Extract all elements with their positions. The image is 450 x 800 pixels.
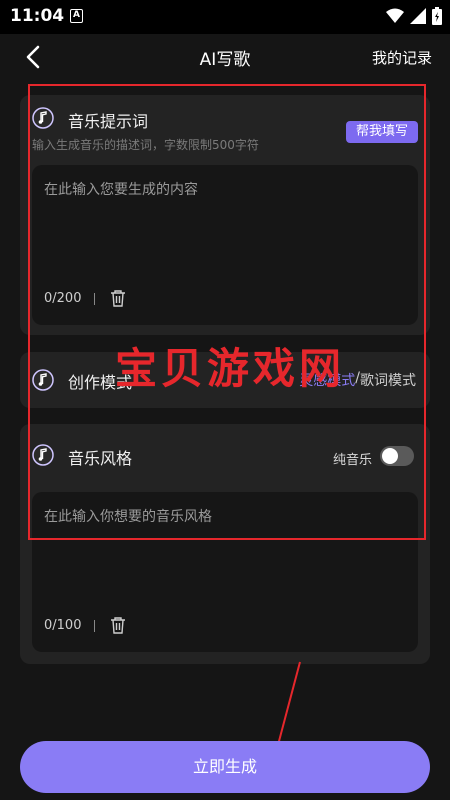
trash-icon[interactable] [110, 616, 126, 634]
notification-a-icon: A [70, 9, 83, 23]
wifi-icon [386, 8, 404, 23]
battery-icon [432, 7, 442, 25]
generate-now-button[interactable]: 立即生成 [20, 741, 430, 793]
status-time: 11:04 [10, 6, 65, 26]
toggle-knob [382, 448, 398, 464]
music-prompt-placeholder: 在此输入您要生成的内容 [44, 182, 198, 198]
counter-divider [94, 293, 95, 305]
music-style-card: 音乐风格 纯音乐 在此输入你想要的音乐风格 0/100 [20, 424, 430, 664]
nav-bar: AI写歌 我的记录 [0, 34, 450, 80]
music-prompt-input[interactable]: 在此输入您要生成的内容 0/200 [32, 165, 418, 325]
pure-music-label: 纯音乐 [332, 453, 372, 468]
music-style-placeholder: 在此输入你想要的音乐风格 [44, 509, 212, 525]
counter-divider [94, 620, 95, 632]
status-icons [386, 7, 442, 25]
my-records-link[interactable]: 我的记录 [372, 47, 432, 68]
music-note-icon [32, 369, 54, 391]
style-char-counter: 0/100 [44, 618, 82, 633]
music-note-icon [32, 107, 54, 129]
trash-icon[interactable] [110, 289, 126, 307]
music-style-input[interactable]: 在此输入你想要的音乐风格 0/100 [32, 492, 418, 652]
music-prompt-subtitle: 输入生成音乐的描述词，字数限制500字符 [32, 138, 259, 152]
help-fill-button[interactable]: 帮我填写 [346, 121, 418, 143]
prompt-char-counter: 0/200 [44, 291, 82, 306]
music-prompt-title: 音乐提示词 [68, 112, 149, 131]
status-bar: 11:04 A [0, 0, 450, 34]
music-style-title: 音乐风格 [68, 449, 133, 468]
music-prompt-card: 音乐提示词 输入生成音乐的描述词，字数限制500字符 帮我填写 在此输入您要生成… [20, 95, 430, 335]
watermark-text: 宝贝游戏网 [114, 344, 345, 393]
music-note-icon [32, 444, 54, 466]
pure-music-toggle[interactable] [380, 446, 414, 466]
signal-icon [410, 8, 426, 24]
